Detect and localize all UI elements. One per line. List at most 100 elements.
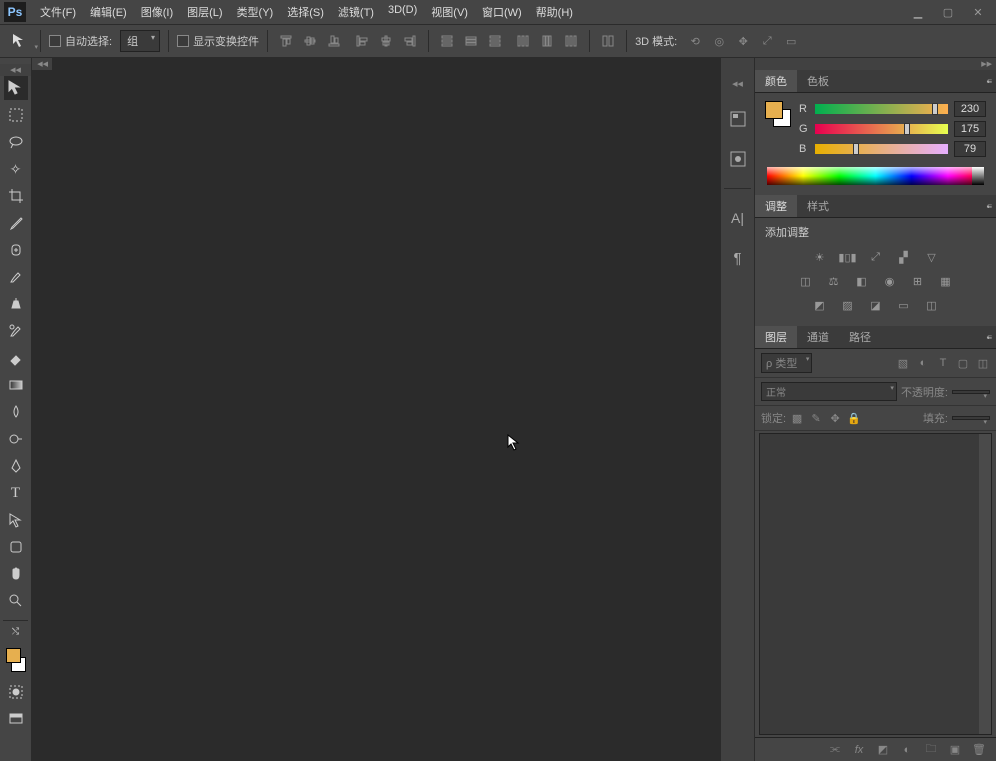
color-swatch-pair[interactable] [765, 101, 791, 127]
show-transform-checkbox[interactable]: 显示变换控件 [177, 33, 259, 49]
lasso-tool[interactable] [4, 130, 28, 154]
dist-top-icon[interactable] [437, 31, 457, 51]
hue-sat-icon[interactable]: ◫ [797, 272, 815, 290]
menu-help[interactable]: 帮助(H) [530, 0, 579, 24]
filter-smart-icon[interactable]: ◫ [976, 356, 990, 370]
zoom-tool[interactable] [4, 589, 28, 613]
color-balance-icon[interactable]: ⚖ [825, 272, 843, 290]
dist-right-icon[interactable] [561, 31, 581, 51]
tab-layers[interactable]: 图层 [755, 326, 797, 348]
eyedropper-tool[interactable] [4, 211, 28, 235]
magic-wand-tool[interactable]: ✧ [4, 157, 28, 181]
r-value[interactable]: 230 [954, 101, 986, 117]
eraser-tool[interactable] [4, 346, 28, 370]
selective-color-icon[interactable]: ◫ [923, 296, 941, 314]
lock-pixels-icon[interactable]: ✎ [809, 411, 823, 425]
menu-edit[interactable]: 编辑(E) [84, 0, 133, 24]
brightness-contrast-icon[interactable]: ☀ [811, 248, 829, 266]
r-slider[interactable] [815, 104, 948, 114]
shape-tool[interactable] [4, 535, 28, 559]
invert-icon[interactable]: ◩ [811, 296, 829, 314]
tab-adjustments[interactable]: 调整 [755, 195, 797, 217]
blend-mode-dropdown[interactable]: 正常 [761, 382, 897, 401]
dist-bottom-icon[interactable] [485, 31, 505, 51]
filter-adjust-icon[interactable]: ◐ [916, 356, 930, 370]
align-top-icon[interactable] [276, 31, 296, 51]
tab-paths[interactable]: 路径 [839, 326, 881, 348]
3d-zoom-icon[interactable]: ▭ [781, 31, 801, 51]
lock-position-icon[interactable]: ✥ [828, 411, 842, 425]
color-spectrum[interactable] [767, 167, 984, 185]
tab-channels[interactable]: 通道 [797, 326, 839, 348]
menu-layer[interactable]: 图层(L) [181, 0, 228, 24]
foreground-background-swatch[interactable] [4, 648, 28, 672]
layer-scrollbar[interactable] [979, 434, 991, 734]
menu-image[interactable]: 图像(I) [135, 0, 179, 24]
path-selection-tool[interactable] [4, 508, 28, 532]
marquee-tool[interactable] [4, 103, 28, 127]
layer-filter-kind[interactable]: ρ 类型 [761, 353, 812, 373]
healing-brush-tool[interactable] [4, 238, 28, 262]
blur-tool[interactable] [4, 400, 28, 424]
new-adjustment-icon[interactable]: ◐ [900, 743, 914, 757]
g-value[interactable]: 175 [954, 121, 986, 137]
curves-icon[interactable]: ⤢ [867, 248, 885, 266]
history-brush-tool[interactable] [4, 319, 28, 343]
menu-type[interactable]: 类型(Y) [231, 0, 280, 24]
foreground-color[interactable] [6, 648, 21, 663]
menu-3d[interactable]: 3D(D) [382, 0, 423, 24]
crop-tool[interactable] [4, 184, 28, 208]
align-bottom-icon[interactable] [324, 31, 344, 51]
dist-left-icon[interactable] [513, 31, 533, 51]
history-panel-icon[interactable] [727, 108, 749, 130]
toolbox-collapse[interactable]: ◀◀ [0, 64, 31, 76]
layer-fx-icon[interactable]: fx [852, 743, 866, 757]
photo-filter-icon[interactable]: ◉ [881, 272, 899, 290]
gradient-map-icon[interactable]: ▭ [895, 296, 913, 314]
menu-window[interactable]: 窗口(W) [476, 0, 528, 24]
g-slider[interactable] [815, 124, 948, 134]
new-layer-icon[interactable]: ▣ [948, 743, 962, 757]
doc-tab-handle[interactable]: ◀◀ [32, 58, 52, 70]
brush-tool[interactable] [4, 265, 28, 289]
current-tool-indicator[interactable] [8, 31, 32, 51]
properties-panel-icon[interactable] [727, 148, 749, 170]
maximize-button[interactable]: ▢ [942, 6, 954, 18]
channel-mixer-icon[interactable]: ⊞ [909, 272, 927, 290]
swap-colors-icon[interactable]: ⤭ [4, 625, 28, 637]
lock-all-icon[interactable]: 🔒 [847, 411, 861, 425]
gradient-tool[interactable] [4, 373, 28, 397]
screen-mode-tool[interactable] [4, 707, 28, 731]
canvas-area[interactable]: ◀◀ [32, 58, 720, 761]
vibrance-icon[interactable]: ▽ [923, 248, 941, 266]
posterize-icon[interactable]: ▨ [839, 296, 857, 314]
dodge-tool[interactable] [4, 427, 28, 451]
opacity-input[interactable] [952, 390, 990, 394]
auto-select-dropdown[interactable]: 组 [120, 30, 160, 52]
filter-pixel-icon[interactable]: ▧ [896, 356, 910, 370]
align-right-icon[interactable] [400, 31, 420, 51]
layer-list[interactable] [759, 433, 992, 735]
b-value[interactable]: 79 [954, 141, 986, 157]
dist-hcenter-icon[interactable] [537, 31, 557, 51]
minimize-button[interactable]: ▁ [912, 6, 924, 18]
tab-color[interactable]: 颜色 [755, 70, 797, 92]
menu-filter[interactable]: 滤镜(T) [332, 0, 380, 24]
auto-align-icon[interactable] [598, 31, 618, 51]
clone-stamp-tool[interactable] [4, 292, 28, 316]
panels-collapse[interactable]: ▶▶ [755, 58, 996, 70]
quick-mask-tool[interactable] [4, 680, 28, 704]
3d-orbit-icon[interactable]: ⟲ [685, 31, 705, 51]
fg-swatch[interactable] [765, 101, 783, 119]
layers-panel-menu[interactable]: ▪≡ [980, 333, 996, 342]
bw-icon[interactable]: ◧ [853, 272, 871, 290]
exposure-icon[interactable]: ▞ [895, 248, 913, 266]
3d-slide-icon[interactable]: ⤢ [757, 31, 777, 51]
tab-styles[interactable]: 样式 [797, 195, 839, 217]
lock-transparency-icon[interactable]: ▩ [790, 411, 804, 425]
type-tool[interactable]: T [4, 481, 28, 505]
3d-pan-icon[interactable]: ✥ [733, 31, 753, 51]
filter-shape-icon[interactable]: ▢ [956, 356, 970, 370]
dock-expand[interactable]: ◀◀ [721, 78, 754, 90]
tab-swatches[interactable]: 色板 [797, 70, 839, 92]
